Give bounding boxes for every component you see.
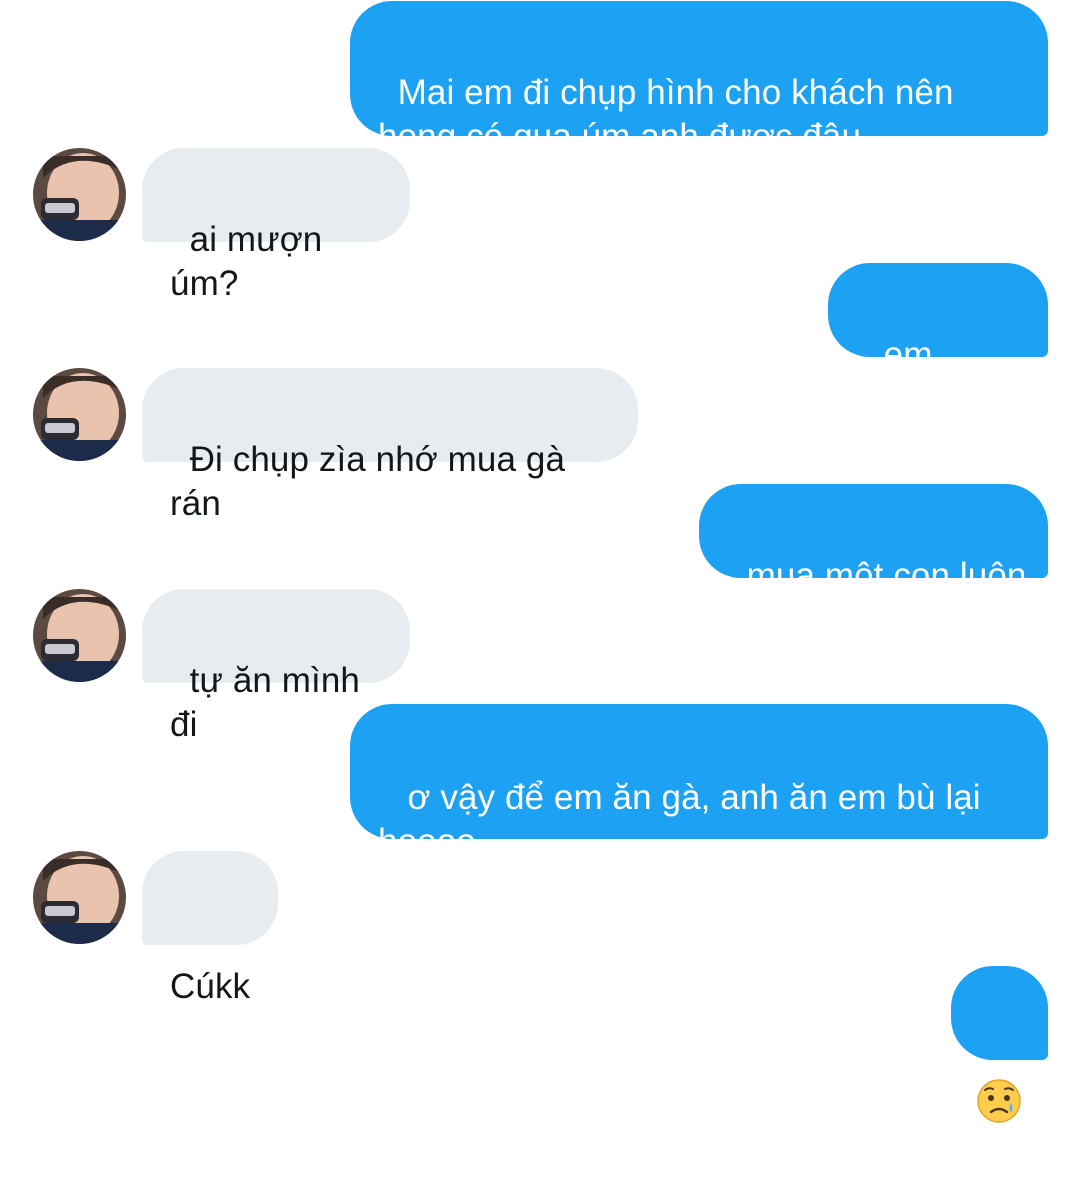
message-text: em mượn bbox=[864, 335, 960, 418]
message-text: ai mượn úm? bbox=[170, 220, 333, 303]
sent-message[interactable]: mua một con luôn bbox=[699, 484, 1048, 595]
received-message[interactable]: ai mượn úm? bbox=[142, 148, 410, 303]
contact-avatar[interactable] bbox=[33, 368, 126, 461]
received-message[interactable]: tự ăn mình đi bbox=[142, 589, 410, 744]
sad-relieved-face-icon bbox=[977, 1079, 1021, 1123]
message-text: tự ăn mình đi bbox=[170, 661, 370, 744]
sent-emoji-message[interactable] bbox=[951, 966, 1048, 1123]
received-message[interactable]: Cúkk bbox=[142, 851, 278, 1006]
contact-avatar[interactable] bbox=[33, 851, 126, 944]
contact-avatar[interactable] bbox=[33, 148, 126, 241]
message-text: mua một con luôn bbox=[746, 556, 1027, 595]
message-text: Cúkk bbox=[170, 967, 251, 1006]
received-message[interactable]: Đi chụp zìa nhớ mua gà rán bbox=[142, 368, 638, 523]
message-text: Đi chụp zìa nhớ mua gà rán bbox=[170, 440, 575, 523]
sent-message[interactable]: Mai em đi chụp hình cho khách nên hong c… bbox=[350, 1, 1048, 156]
sent-message[interactable]: ơ vậy để em ăn gà, anh ăn em bù lại hooo… bbox=[350, 704, 1048, 861]
message-text: ơ vậy để em ăn gà, anh ăn em bù lại hooo… bbox=[378, 778, 981, 861]
sent-message[interactable]: em mượn bbox=[828, 263, 1048, 418]
message-text: Mai em đi chụp hình cho khách nên hong c… bbox=[378, 73, 954, 156]
contact-avatar[interactable] bbox=[33, 589, 126, 682]
